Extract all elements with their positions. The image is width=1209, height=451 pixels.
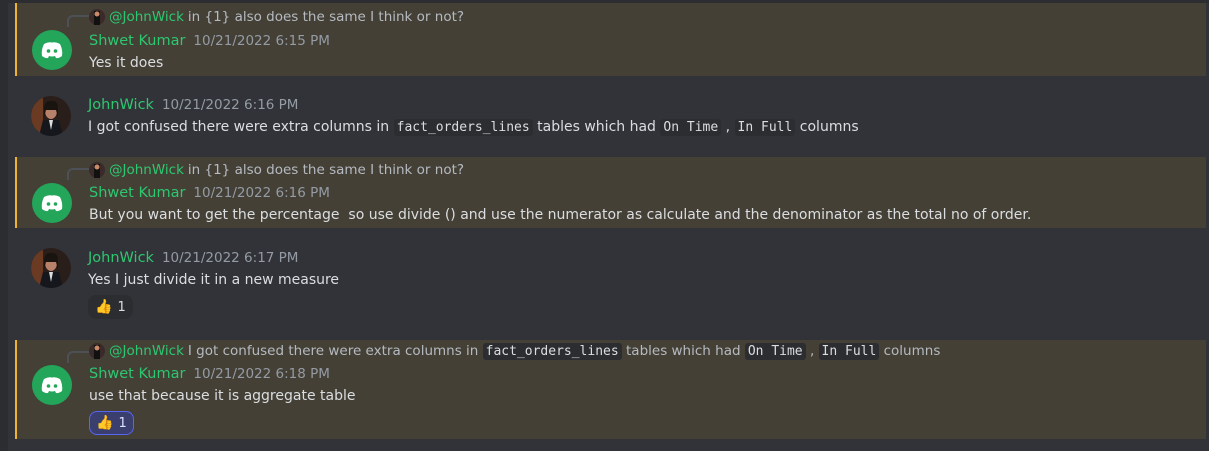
inline-code: On Time bbox=[660, 119, 722, 136]
author-name[interactable]: Shwet Kumar bbox=[89, 33, 185, 49]
author-name[interactable]: JohnWick bbox=[88, 97, 154, 113]
discord-avatar-icon[interactable] bbox=[32, 30, 72, 70]
reaction-thumbs-up[interactable]: 👍 1 bbox=[88, 295, 133, 319]
text-segment: , bbox=[725, 119, 731, 135]
johnwick-mini-avatar-icon bbox=[89, 9, 105, 25]
message[interactable]: @JohnWick in {1} also does the same I th… bbox=[15, 157, 1206, 228]
reply-preview[interactable]: @JohnWick I got confused there were extr… bbox=[89, 342, 940, 360]
author-name[interactable]: Shwet Kumar bbox=[89, 366, 185, 382]
discord-avatar-icon[interactable] bbox=[32, 365, 72, 405]
timestamp: 10/21/2022 6:16 PM bbox=[161, 97, 299, 113]
discord-avatar-icon[interactable] bbox=[32, 183, 72, 223]
reply-text-segment: , bbox=[809, 343, 815, 359]
author-name[interactable]: JohnWick bbox=[88, 250, 154, 266]
message-content: Yes I just divide it in a new measure bbox=[88, 272, 340, 288]
reply-mention[interactable]: @JohnWick bbox=[109, 9, 184, 25]
inline-code: fact_orders_lines bbox=[393, 119, 533, 136]
timestamp: 10/21/2022 6:17 PM bbox=[161, 250, 299, 266]
reaction-thumbs-up[interactable]: 👍 1 bbox=[89, 411, 134, 435]
timestamp: 10/21/2022 6:18 PM bbox=[193, 366, 330, 382]
inline-code: On Time bbox=[744, 342, 806, 360]
reaction-count: 1 bbox=[117, 299, 126, 315]
inline-code: In Full bbox=[734, 119, 796, 136]
text-segment: tables which had bbox=[537, 119, 656, 135]
message-content: But you want to get the percentage so us… bbox=[89, 207, 1032, 223]
timestamp: 10/21/2022 6:16 PM bbox=[193, 185, 330, 201]
inline-code: In Full bbox=[818, 342, 880, 360]
message-content: Yes it does bbox=[89, 55, 164, 71]
timestamp: 10/21/2022 6:15 PM bbox=[193, 33, 330, 49]
reply-mention[interactable]: @JohnWick bbox=[109, 162, 184, 178]
johnwick-avatar-icon[interactable] bbox=[31, 96, 71, 136]
reply-text-segment: I got confused there were extra columns … bbox=[187, 343, 479, 359]
inline-code: fact_orders_lines bbox=[482, 342, 622, 360]
thumbs-up-icon: 👍 bbox=[96, 415, 114, 431]
reply-text: in {1} also does the same I think or not… bbox=[187, 162, 465, 178]
johnwick-avatar-icon[interactable] bbox=[31, 248, 71, 288]
message[interactable]: JohnWick 10/21/2022 6:16 PM I got confus… bbox=[16, 86, 1205, 148]
reply-text: in {1} also does the same I think or not… bbox=[187, 9, 465, 25]
reply-text-segment: tables which had bbox=[626, 343, 741, 359]
reply-preview[interactable]: @JohnWick in {1} also does the same I th… bbox=[89, 161, 464, 179]
reply-text-segment: columns bbox=[883, 343, 941, 359]
message[interactable]: @JohnWick I got confused there were extr… bbox=[15, 340, 1206, 439]
thumbs-up-icon: 👍 bbox=[95, 299, 113, 315]
reply-preview[interactable]: @JohnWick in {1} also does the same I th… bbox=[89, 8, 464, 26]
text-segment: I got confused there were extra columns … bbox=[88, 119, 390, 135]
message-content: use that because it is aggregate table bbox=[89, 388, 356, 404]
johnwick-mini-avatar-icon bbox=[89, 162, 105, 178]
johnwick-mini-avatar-icon bbox=[89, 343, 105, 359]
message-content: I got confused there were extra columns … bbox=[88, 119, 859, 136]
author-name[interactable]: Shwet Kumar bbox=[89, 185, 185, 201]
text-segment: columns bbox=[799, 119, 859, 135]
message[interactable]: @JohnWick in {1} also does the same I th… bbox=[15, 3, 1206, 76]
reply-mention[interactable]: @JohnWick bbox=[109, 343, 184, 359]
reaction-count: 1 bbox=[118, 415, 127, 431]
message[interactable]: JohnWick 10/21/2022 6:17 PM Yes I just d… bbox=[16, 238, 1205, 324]
left-rail bbox=[0, 0, 8, 451]
